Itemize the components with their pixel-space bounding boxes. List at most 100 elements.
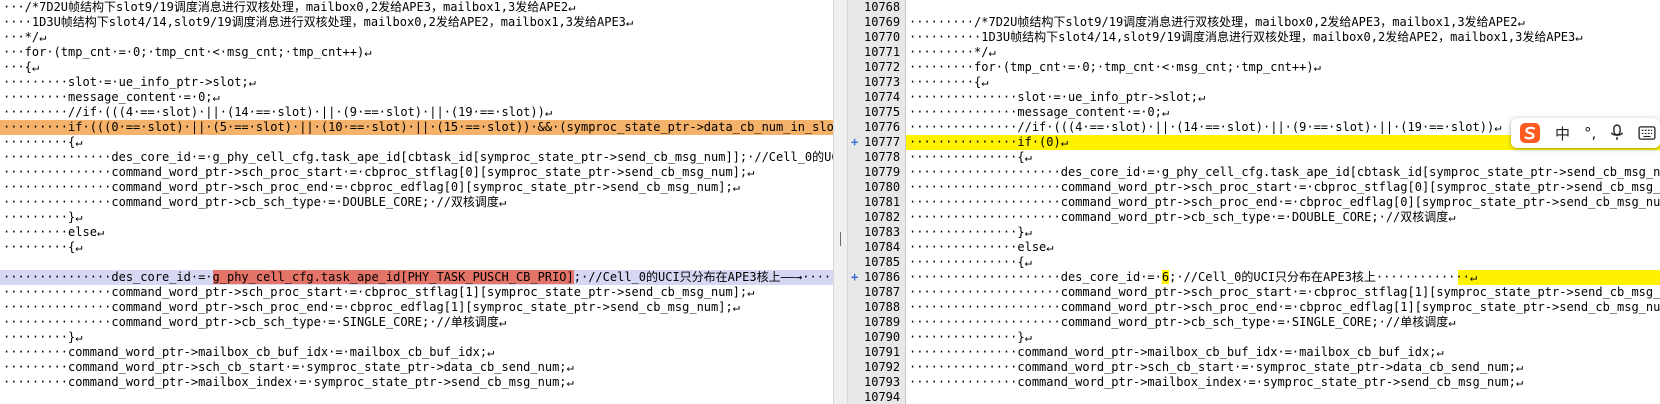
line-number: 10791 [864, 345, 901, 359]
ime-punctuation-toggle[interactable]: °, [1584, 118, 1596, 148]
code-line: ·····················command_word_ptr->s… [906, 195, 1660, 210]
code-line: ····1D3U帧结构下slot4/14,slot9/19调度消息进行双核处理，… [0, 15, 833, 30]
code-line: ·········//if·(((4·==·slot)·||·(14·==·sl… [0, 105, 833, 120]
line-number: 10774 [864, 90, 901, 104]
changed-line-code: ···············des_core_id·=·g_phy_cell_… [0, 270, 833, 285]
code-line: ·········command_word_ptr->sch_cb_start·… [0, 360, 833, 375]
line-number: 10788 [864, 300, 901, 314]
code-text: ···············command_word_ptr->sch_pro… [3, 285, 755, 299]
code-line: ·········else↵ [0, 225, 833, 240]
code-line: ·········{↵ [0, 135, 833, 150]
code-text: ·····················command_word_ptr->s… [909, 195, 1660, 209]
code-line: ···············command_word_ptr->sch_cb_… [906, 360, 1660, 375]
ime-toolbar[interactable]: 中 °, [1511, 118, 1660, 148]
code-text: ·····················command_word_ptr->c… [909, 315, 1456, 329]
code-line: ·········}↵ [0, 330, 833, 345]
code-line: ···············command_word_ptr->cb_sch_… [0, 315, 833, 330]
microphone-icon[interactable] [1610, 118, 1624, 148]
code-text: ·········command_word_ptr->mailbox_cb_bu… [3, 345, 495, 359]
code-text: ···············message_content·=·0;↵ [909, 105, 1170, 119]
right-code-area[interactable]: ·········/*7D2U帧结构下slot9/19调度消息进行双核处理，ma… [906, 0, 1660, 404]
code-text: ··········1D3U帧结构下slot4/14,slot9/19调度消息进… [909, 30, 1583, 44]
line-number: 10776 [864, 120, 901, 134]
line-number: 10782 [864, 210, 901, 224]
line-number: 10793 [864, 375, 901, 389]
code-text: ···············{↵ [909, 255, 1032, 269]
line-number: 10770 [864, 30, 901, 44]
changed-line: ·····················des_core_id·=·6;·//… [906, 270, 1660, 285]
code-line: ···············command_word_ptr->sch_pro… [0, 180, 833, 195]
code-line: ···············}↵ [906, 225, 1660, 240]
keyboard-icon[interactable] [1638, 118, 1656, 148]
code-line: ···············command_word_ptr->sch_pro… [0, 285, 833, 300]
code-line: ···············}↵ [906, 330, 1660, 345]
gutter-row-changed: +10786 [848, 270, 905, 285]
code-text: ·········slot·=·ue_info_ptr->slot;↵ [3, 75, 256, 89]
code-text: ···*/↵ [3, 30, 47, 44]
code-text: ···············if·(0)↵ [909, 135, 1068, 149]
code-line: ·····················command_word_ptr->c… [906, 315, 1660, 330]
code-text: ·····················command_word_ptr->s… [909, 300, 1660, 314]
line-number: 10787 [864, 285, 901, 299]
code-text: ·········if·(((0·==·slot)·||·(5·==·slot)… [3, 120, 833, 134]
line-number: 10785 [864, 255, 901, 269]
left-diff-pane[interactable]: ···/*7D2U帧结构下slot9/19调度消息进行双核处理，mailbox0… [0, 0, 833, 404]
line-number: 10781 [864, 195, 901, 209]
code-line: ···············command_word_ptr->cb_sch_… [0, 195, 833, 210]
ime-language-toggle[interactable]: 中 [1555, 118, 1570, 148]
code-text: ·········for·(tmp_cnt·=·0;·tmp_cnt·<·msg… [909, 60, 1321, 74]
code-line: ·····················command_word_ptr->s… [906, 285, 1660, 300]
line-number: 10775 [864, 105, 901, 119]
right-diff-pane[interactable]: 10768 10769 10770 10771 10772 10773 1077… [848, 0, 1660, 404]
code-line: ·········/*7D2U帧结构下slot9/19调度消息进行双核处理，ma… [906, 15, 1660, 30]
code-text: ·····················command_word_ptr->c… [909, 210, 1456, 224]
changed-line-suffix: ;·//Cell_0的UCI只分布在APE3核上·············↵ [1169, 270, 1478, 284]
code-text: ···············command_word_ptr->cb_sch_… [3, 315, 507, 329]
code-line: ···for·(tmp_cnt·=·0;·tmp_cnt·<·msg_cnt;·… [0, 45, 833, 60]
code-text: ·········}↵ [3, 210, 83, 224]
gutter-row-modified: +10777 [848, 135, 905, 150]
line-number: 10784 [864, 240, 901, 254]
code-text: ···············command_word_ptr->cb_sch_… [3, 195, 507, 209]
left-code-area[interactable]: ···/*7D2U帧结构下slot9/19调度消息进行双核处理，mailbox0… [0, 0, 833, 390]
code-line: ···*/↵ [0, 30, 833, 45]
changed-line-suffix: ;·//Cell_0的UCI只分布在APE3核上——→·············… [573, 270, 833, 284]
code-text: ·········{↵ [3, 240, 83, 254]
code-line: ·····················des_core_id·=·g_phy… [906, 165, 1660, 180]
code-text: ···············command_word_ptr->sch_pro… [3, 300, 740, 314]
code-text: ···············des_core_id·=·g_phy_cell_… [3, 150, 833, 164]
code-text: ···············}↵ [909, 330, 1032, 344]
code-text: ···············//if·(((4·==·slot)·||·(14… [909, 120, 1502, 134]
code-line: ·········for·(tmp_cnt·=·0;·tmp_cnt·<·msg… [906, 60, 1660, 75]
code-text: ···············command_word_ptr->sch_pro… [3, 165, 755, 179]
pane-splitter[interactable] [833, 0, 848, 404]
code-line: ·····················command_word_ptr->c… [906, 210, 1660, 225]
modified-line: ·········if·(((0·==·slot)·||·(5·==·slot)… [0, 120, 833, 135]
code-line: ···············command_word_ptr->mailbox… [906, 375, 1660, 390]
sogou-logo-icon[interactable] [1519, 118, 1541, 148]
diff-marker-icon: + [851, 135, 859, 149]
code-text: ·········}↵ [3, 330, 83, 344]
line-number: 10790 [864, 330, 901, 344]
line-number: 10777 [864, 135, 901, 149]
code-line: ·········command_word_ptr->mailbox_cb_bu… [0, 345, 833, 360]
code-line: ·········slot·=·ue_info_ptr->slot;↵ [0, 75, 833, 90]
code-text: ···············command_word_ptr->sch_cb_… [909, 360, 1524, 374]
line-number: 10789 [864, 315, 901, 329]
code-text: ·········{↵ [909, 75, 989, 89]
line-number: 10779 [864, 165, 901, 179]
code-line: ···············command_word_ptr->mailbox… [906, 345, 1660, 360]
line-number: 10780 [864, 180, 901, 194]
code-text: ···/*7D2U帧结构下slot9/19调度消息进行双核处理，mailbox0… [3, 0, 576, 14]
code-line: ·····················command_word_ptr->s… [906, 180, 1660, 195]
code-text: ···············else↵ [909, 240, 1054, 254]
code-line: ···{↵ [0, 60, 833, 75]
code-text: ·········command_word_ptr->mailbox_index… [3, 375, 574, 389]
diff-marker-icon: + [851, 270, 859, 284]
code-text: ···············}↵ [909, 225, 1032, 239]
splitter-grip[interactable] [840, 232, 841, 246]
code-line: ···············command_word_ptr->sch_pro… [0, 165, 833, 180]
code-text: ·········{↵ [3, 135, 83, 149]
code-text: ···{↵ [3, 60, 40, 74]
